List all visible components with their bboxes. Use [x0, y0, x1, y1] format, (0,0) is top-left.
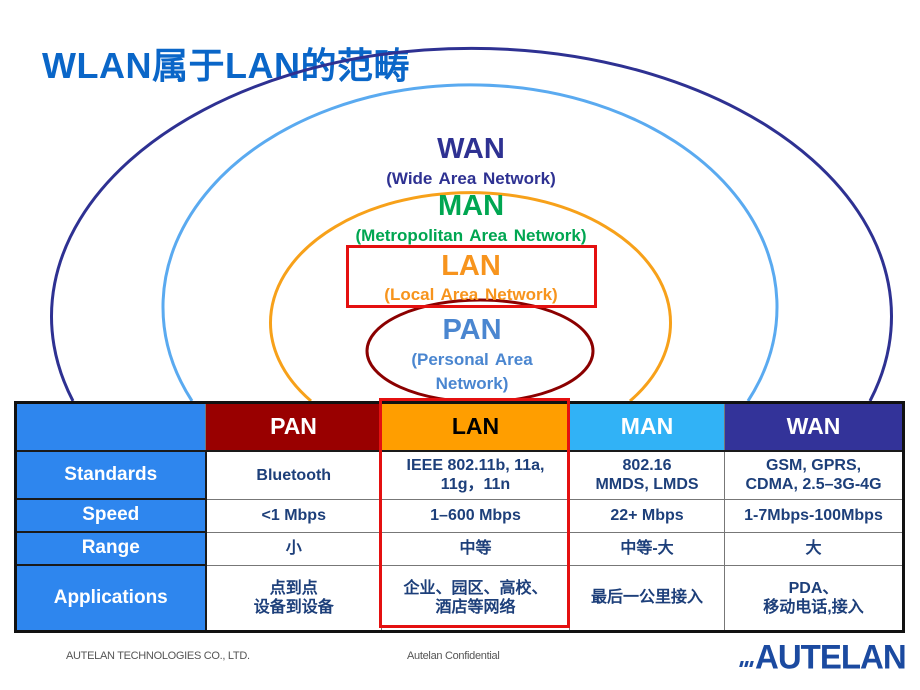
logo-text: AUTELAN — [755, 637, 907, 676]
table-cell: Bluetooth — [205, 450, 382, 500]
table-cell: 小 — [205, 531, 382, 566]
table-cell: GSM, GPRS, CDMA, 2.5–3G-4G — [724, 450, 904, 500]
cell-text: PDA、 — [788, 579, 839, 597]
lan-fullname: (Local Area Network) — [384, 285, 558, 304]
table-cell: 802.16 MMDS, LMDS — [569, 450, 725, 500]
pan-fullname-line1: (Personal Area — [411, 350, 533, 369]
lan-label: LAN — [441, 250, 501, 282]
table-cell: 最后一公里接入 — [569, 564, 725, 632]
cell-text: CDMA, 2.5–3G-4G — [745, 476, 882, 494]
pan-label: PAN — [442, 314, 502, 346]
wan-fullname: (Wide Area Network) — [386, 169, 556, 188]
cell-text: 移动电话,接入 — [763, 598, 864, 616]
cell-text: Bluetooth — [256, 466, 332, 484]
company-logo: AUTELAN — [739, 637, 907, 676]
row-header-applications: Applications — [15, 564, 207, 633]
cell-text: MMDS, LMDS — [595, 476, 699, 494]
man-fullname: (Metropolitan Area Network) — [355, 226, 587, 245]
table-cell: 22+ Mbps — [569, 498, 725, 533]
row-header-standards: Standards — [15, 450, 207, 500]
table-cell: 中等-大 — [569, 531, 725, 566]
logo-dots-icon — [739, 661, 754, 667]
header-pan: PAN — [205, 402, 382, 452]
pan-fullname-line2: Network) — [435, 374, 509, 393]
footer-confidential: Autelan Confidential — [407, 650, 500, 662]
wan-ring — [50, 46, 893, 402]
cell-text: 802.16 — [622, 457, 672, 475]
header-wan: WAN — [724, 402, 904, 452]
wan-label: WAN — [437, 133, 505, 165]
cell-text: 点到点 — [269, 579, 318, 597]
cell-text: GSM, GPRS, — [765, 457, 862, 475]
table-cell: 大 — [724, 531, 904, 566]
header-man: MAN — [569, 402, 725, 452]
man-label: MAN — [437, 190, 505, 222]
footer-company: AUTELAN TECHNOLOGIES CO., LTD. — [66, 650, 250, 662]
cell-text: 设备到设备 — [253, 598, 334, 616]
header-corner-cell — [15, 402, 206, 452]
table-cell: 1-7Mbps-100Mbps — [724, 498, 904, 533]
row-header-speed: Speed — [15, 498, 207, 533]
table-cell: PDA、 移动电话,接入 — [724, 564, 904, 632]
lan-column-highlight-box — [379, 398, 570, 628]
table-cell: <1 Mbps — [205, 498, 382, 533]
row-header-range: Range — [15, 531, 207, 566]
table-cell: 点到点 设备到设备 — [205, 564, 382, 632]
